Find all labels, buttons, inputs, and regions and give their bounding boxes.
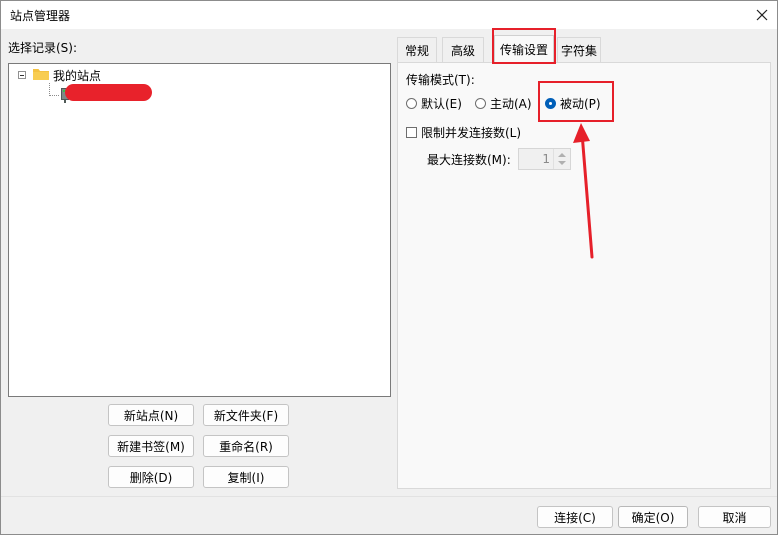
tab-general[interactable]: 常规 xyxy=(397,37,437,63)
radio-active-indicator xyxy=(475,98,486,109)
limit-connections-box xyxy=(406,127,417,138)
radio-default[interactable]: 默认(E) xyxy=(406,95,462,112)
max-connections-spinner[interactable]: 1 xyxy=(518,148,571,170)
close-icon xyxy=(756,9,768,21)
cancel-button[interactable]: 取消 xyxy=(698,506,771,528)
tree-connector xyxy=(49,95,59,97)
rename-button[interactable]: 重命名(R) xyxy=(203,435,289,457)
title-bar: 站点管理器 xyxy=(1,1,777,29)
select-record-label: 选择记录(S): xyxy=(8,41,78,55)
radio-active-label: 主动(A) xyxy=(490,97,532,111)
tree-collapse-icon[interactable] xyxy=(18,71,26,79)
site-tree[interactable]: 我的站点 xyxy=(8,63,391,397)
redacted-site-name[interactable] xyxy=(65,84,152,101)
annotation-highlight-passive xyxy=(538,81,614,122)
spinner-down-icon[interactable] xyxy=(558,161,566,165)
folder-icon xyxy=(33,69,49,80)
radio-default-indicator xyxy=(406,98,417,109)
new-bookmark-button[interactable]: 新建书签(M) xyxy=(108,435,194,457)
limit-connections-label: 限制并发连接数(L) xyxy=(421,126,522,140)
footer-separator xyxy=(1,496,777,497)
tree-root-my-sites[interactable]: 我的站点 xyxy=(53,67,101,84)
max-connections-label: 最大连接数(M): xyxy=(427,153,511,167)
radio-default-label: 默认(E) xyxy=(421,97,462,111)
annotation-highlight-tab xyxy=(492,28,556,64)
new-folder-button[interactable]: 新文件夹(F) xyxy=(203,404,289,426)
connect-button[interactable]: 连接(C) xyxy=(537,506,613,528)
close-button[interactable] xyxy=(747,1,777,29)
radio-active[interactable]: 主动(A) xyxy=(475,95,532,112)
new-site-button[interactable]: 新站点(N) xyxy=(108,404,194,426)
window-title: 站点管理器 xyxy=(10,9,71,23)
delete-button[interactable]: 删除(D) xyxy=(108,466,194,488)
ok-button[interactable]: 确定(O) xyxy=(618,506,688,528)
tab-charset[interactable]: 字符集 xyxy=(557,37,601,63)
annotation-arrow-icon xyxy=(573,123,594,259)
copy-button[interactable]: 复制(I) xyxy=(203,466,289,488)
max-connections-value: 1 xyxy=(542,152,550,166)
limit-connections-checkbox[interactable]: 限制并发连接数(L) xyxy=(406,124,521,141)
tab-advanced[interactable]: 高级 xyxy=(442,37,484,63)
spinner-arrows[interactable] xyxy=(553,149,570,169)
spinner-up-icon[interactable] xyxy=(558,153,566,157)
transfer-mode-label: 传输模式(T): xyxy=(406,73,475,87)
site-manager-window: 站点管理器 选择记录(S): 我的站点 新站点(N) 新文件夹(F) 新建书签(… xyxy=(0,0,778,535)
